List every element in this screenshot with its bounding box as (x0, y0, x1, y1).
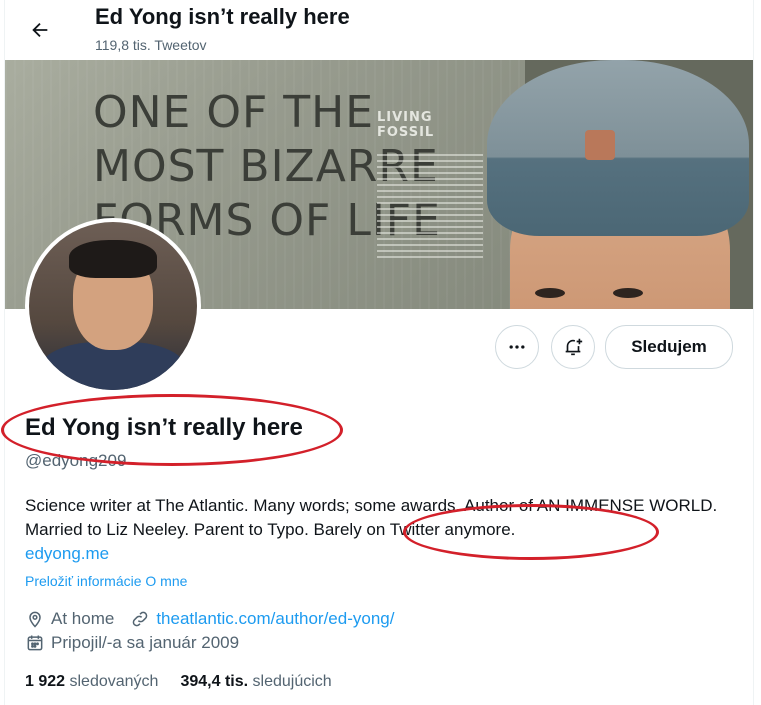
calendar-icon (27, 635, 43, 651)
arrow-left-icon (32, 22, 48, 38)
follow-stats: 1 922 sledovaných 394,4 tis. sledujúcich (25, 673, 354, 691)
tweet-count: 119,8 tis. Tweetov (95, 37, 207, 53)
banner-beanie (487, 60, 749, 236)
followers-count: 394,4 tis. (180, 673, 249, 690)
banner-sign-subtitle: LIVING FOSSIL (377, 110, 434, 140)
eye (613, 288, 643, 298)
banner-sign-fineprint (377, 154, 483, 262)
eye (535, 288, 565, 298)
following-stat[interactable]: 1 922 sledovaných (25, 673, 158, 691)
sign-sub-line: LIVING (377, 110, 433, 125)
following-label: sledovaných (69, 673, 159, 690)
header-name: Ed Yong isn’t really here (95, 4, 350, 29)
avatar-hair (69, 240, 157, 278)
beanie-patch (585, 130, 615, 160)
joined-text: Pripojil/-a sa január 2009 (51, 633, 240, 652)
back-button[interactable] (22, 12, 58, 48)
avatar[interactable] (25, 218, 201, 394)
notifications-button[interactable] (551, 325, 595, 369)
following-count: 1 922 (25, 673, 66, 690)
profile-meta-row: At home theatlantic.com/author/ed-yong/ (25, 609, 394, 629)
followers-label: sledujúcich (252, 673, 332, 690)
location-pin-icon (29, 611, 41, 628)
website-link[interactable]: theatlantic.com/author/ed-yong/ (156, 609, 394, 629)
top-bar: Ed Yong isn’t really here 119,8 tis. Twe… (5, 0, 753, 60)
following-button[interactable]: Sledujem (605, 325, 733, 369)
annotation-ellipse-bio (403, 504, 659, 560)
sign-sub-line: FOSSIL (377, 125, 435, 140)
joined-row: Pripojil/-a sa január 2009 (25, 633, 239, 653)
avatar-photo (29, 222, 197, 390)
bio-link[interactable]: edyong.me (25, 544, 109, 563)
annotation-ellipse-name (1, 394, 343, 466)
translate-bio-link[interactable]: Preložiť informácie O mne (25, 573, 187, 589)
more-button[interactable] (495, 325, 539, 369)
ellipsis-icon (509, 345, 525, 349)
link-icon (133, 611, 148, 627)
profile-column: Ed Yong isn’t really here 119,8 tis. Twe… (1, 0, 754, 705)
followers-stat[interactable]: 394,4 tis. sledujúcich (180, 673, 331, 691)
bell-plus-icon (565, 338, 583, 356)
location-text: At home (51, 609, 115, 628)
